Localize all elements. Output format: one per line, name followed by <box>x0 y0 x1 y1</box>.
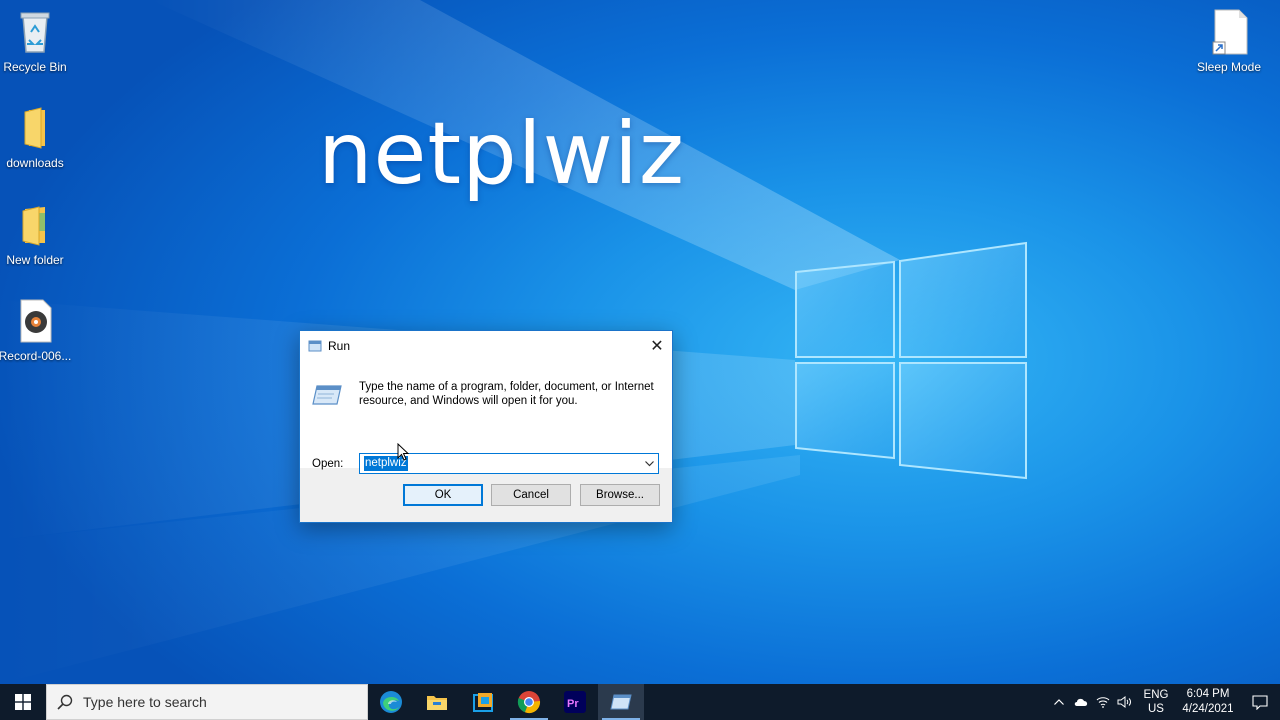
start-button[interactable] <box>0 684 46 720</box>
taskbar-search-box[interactable]: Type here to search <box>46 684 368 720</box>
notification-icon <box>1252 694 1268 710</box>
input-language-button[interactable]: ENG US <box>1136 688 1176 716</box>
system-tray: ENG US 6:04 PM 4/24/2021 <box>1048 684 1280 720</box>
dialog-title: Run <box>328 338 351 353</box>
open-label: Open: <box>312 458 343 470</box>
desktop-icon-label: New folder <box>6 253 64 267</box>
dialog-description: Type the name of a program, folder, docu… <box>359 381 654 407</box>
taskbar-app-file-explorer[interactable] <box>414 684 460 720</box>
action-center-button[interactable] <box>1240 684 1280 720</box>
language-code: ENG <box>1143 689 1169 701</box>
show-hidden-icons-button[interactable] <box>1048 684 1070 720</box>
desktop-icon-label: Record-006... <box>0 349 72 363</box>
speaker-icon <box>1117 696 1131 708</box>
taskbar: Type here to search Pr ENG US 6:04 PM 4/… <box>0 684 1280 720</box>
search-icon <box>57 694 73 710</box>
clock-date: 4/24/2021 <box>1182 703 1234 715</box>
network-button[interactable] <box>1092 684 1114 720</box>
windows-logo-icon <box>15 694 31 710</box>
close-button[interactable]: ✕ <box>642 331 672 360</box>
mouse-cursor-icon <box>397 443 409 461</box>
shortcut-file-icon <box>1205 8 1253 56</box>
clock-time: 6:04 PM <box>1186 688 1230 700</box>
recycle-bin-icon <box>11 8 59 56</box>
run-icon <box>610 694 632 710</box>
ok-button[interactable]: OK <box>403 484 483 506</box>
open-label-text: Open: <box>312 458 344 470</box>
taskbar-app-store[interactable] <box>460 684 506 720</box>
clock-button[interactable]: 6:04 PM 4/24/2021 <box>1176 687 1240 717</box>
desktop-icon-sleep-mode[interactable]: Sleep Mode <box>1191 8 1267 74</box>
chevron-down-icon[interactable] <box>642 456 656 471</box>
desktop-icon-recycle-bin[interactable]: Recycle Bin <box>0 8 73 74</box>
volume-button[interactable] <box>1114 684 1136 720</box>
premiere-icon: Pr <box>564 691 586 713</box>
store-icon <box>473 693 493 712</box>
dialog-content: Type the name of a program, folder, docu… <box>300 360 672 474</box>
close-icon: ✕ <box>650 337 664 355</box>
chrome-icon <box>517 691 541 714</box>
taskbar-app-chrome[interactable] <box>506 684 552 720</box>
taskbar-app-run[interactable] <box>598 684 644 720</box>
dialog-titlebar[interactable]: Run <box>300 331 672 360</box>
edge-icon <box>380 691 402 713</box>
taskbar-app-premiere[interactable]: Pr <box>552 684 598 720</box>
cloud-icon <box>1074 698 1088 706</box>
desktop-icon-record[interactable]: Record-006... <box>0 297 73 363</box>
run-icon <box>312 385 342 405</box>
desktop-icon-label: downloads <box>6 156 64 170</box>
chevron-up-icon <box>1054 699 1064 705</box>
desktop-icon-label: Sleep Mode <box>1196 60 1262 74</box>
wifi-icon <box>1096 697 1110 708</box>
folder-icon <box>11 104 59 152</box>
run-dialog: Run ✕ Type the name of a program, folder… <box>299 330 673 523</box>
svg-text:Pr: Pr <box>567 698 579 710</box>
media-file-icon <box>11 297 59 345</box>
language-region: US <box>1148 703 1164 715</box>
run-icon <box>308 340 322 351</box>
folder-icon <box>11 201 59 249</box>
browse-button[interactable]: Browse... <box>580 484 660 506</box>
desktop-icon-new-folder[interactable]: New folder <box>0 201 73 267</box>
overlay-caption: netplwiz <box>318 104 685 204</box>
file-explorer-icon <box>427 696 447 710</box>
taskbar-app-edge[interactable] <box>368 684 414 720</box>
search-placeholder: Type here to search <box>83 694 207 710</box>
desktop-icon-label: Recycle Bin <box>3 60 67 74</box>
cancel-button[interactable]: Cancel <box>491 484 571 506</box>
onedrive-button[interactable] <box>1070 684 1092 720</box>
desktop-icon-downloads[interactable]: downloads <box>0 104 73 170</box>
